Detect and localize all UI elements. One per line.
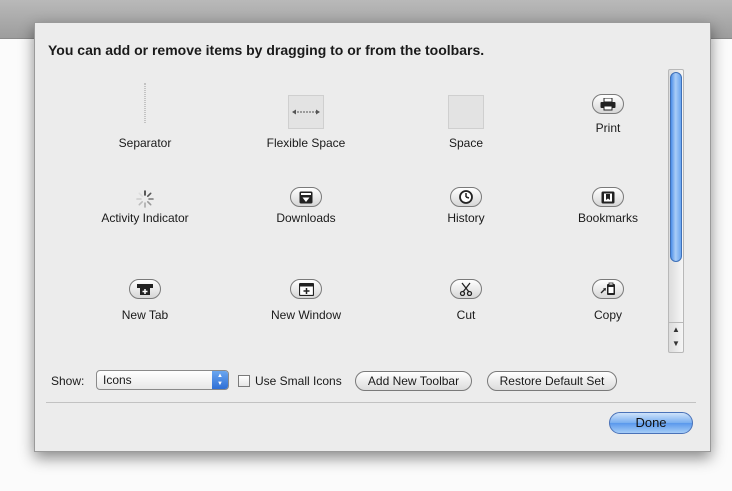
select-arrows-icon: ▲ ▼ — [212, 371, 228, 389]
customize-toolbar-sheet: You can add or remove items by dragging … — [34, 22, 711, 452]
toolbar-item-print[interactable]: Print — [538, 83, 678, 153]
bookmarks-icon — [592, 187, 624, 207]
item-label: Downloads — [276, 211, 336, 225]
scroll-thumb[interactable] — [670, 72, 682, 262]
item-label: History — [447, 211, 485, 225]
item-label: Copy — [593, 308, 622, 322]
toolbar-item-activity-indicator[interactable]: Activity Indicator — [75, 173, 215, 233]
scissors-icon — [450, 279, 482, 299]
item-label: Bookmarks — [577, 211, 639, 225]
toolbar-item-new-window[interactable]: New Window — [236, 263, 376, 323]
scroll-arrows: ▲ ▼ — [669, 322, 683, 352]
item-label: New Window — [270, 308, 342, 322]
toolbar-item-separator[interactable]: Separator — [75, 83, 215, 153]
clock-icon — [450, 187, 482, 207]
item-label: Space — [448, 136, 484, 150]
done-button[interactable]: Done — [609, 412, 693, 434]
restore-default-set-button[interactable]: Restore Default Set — [487, 371, 617, 391]
toolbar-item-downloads[interactable]: Downloads — [236, 173, 376, 233]
item-label: Separator — [118, 136, 172, 150]
item-label: Activity Indicator — [101, 211, 189, 225]
item-label: Cut — [456, 308, 476, 322]
space-icon — [448, 95, 484, 129]
separator-icon — [144, 83, 146, 123]
item-label: Flexible Space — [266, 136, 346, 150]
show-select-value: Icons — [103, 373, 132, 387]
toolbar-item-flexible-space[interactable]: Flexible Space — [236, 83, 376, 153]
show-select[interactable]: Icons ▲ ▼ — [96, 370, 229, 390]
toolbar-item-history[interactable]: History — [396, 173, 536, 233]
flexible-space-icon — [288, 95, 324, 129]
item-label: New Tab — [121, 308, 169, 322]
show-label: Show: — [51, 374, 85, 388]
scroll-down-arrow-icon[interactable]: ▼ — [669, 337, 683, 351]
toolbar-item-bookmarks[interactable]: Bookmarks — [538, 173, 678, 233]
toolbar-item-copy[interactable]: Copy — [538, 263, 678, 323]
instruction-text: You can add or remove items by dragging … — [48, 42, 485, 58]
use-small-icons-label: Use Small Icons — [255, 374, 342, 388]
downloads-icon — [290, 187, 322, 207]
add-new-toolbar-button[interactable]: Add New Toolbar — [355, 371, 472, 391]
item-label: Print — [595, 121, 621, 135]
footer-divider — [46, 402, 696, 403]
items-scrollbar[interactable]: ▲ ▼ — [668, 69, 684, 353]
use-small-icons-checkbox[interactable] — [238, 375, 250, 387]
printer-icon — [592, 94, 624, 114]
toolbar-item-cut[interactable]: Cut — [396, 263, 536, 323]
new-tab-icon — [129, 279, 161, 299]
toolbar-item-new-tab[interactable]: New Tab — [75, 263, 215, 323]
toolbar-item-space[interactable]: Space — [396, 83, 536, 153]
scroll-up-arrow-icon[interactable]: ▲ — [669, 323, 683, 337]
copy-icon — [592, 279, 624, 299]
new-window-icon — [290, 279, 322, 299]
